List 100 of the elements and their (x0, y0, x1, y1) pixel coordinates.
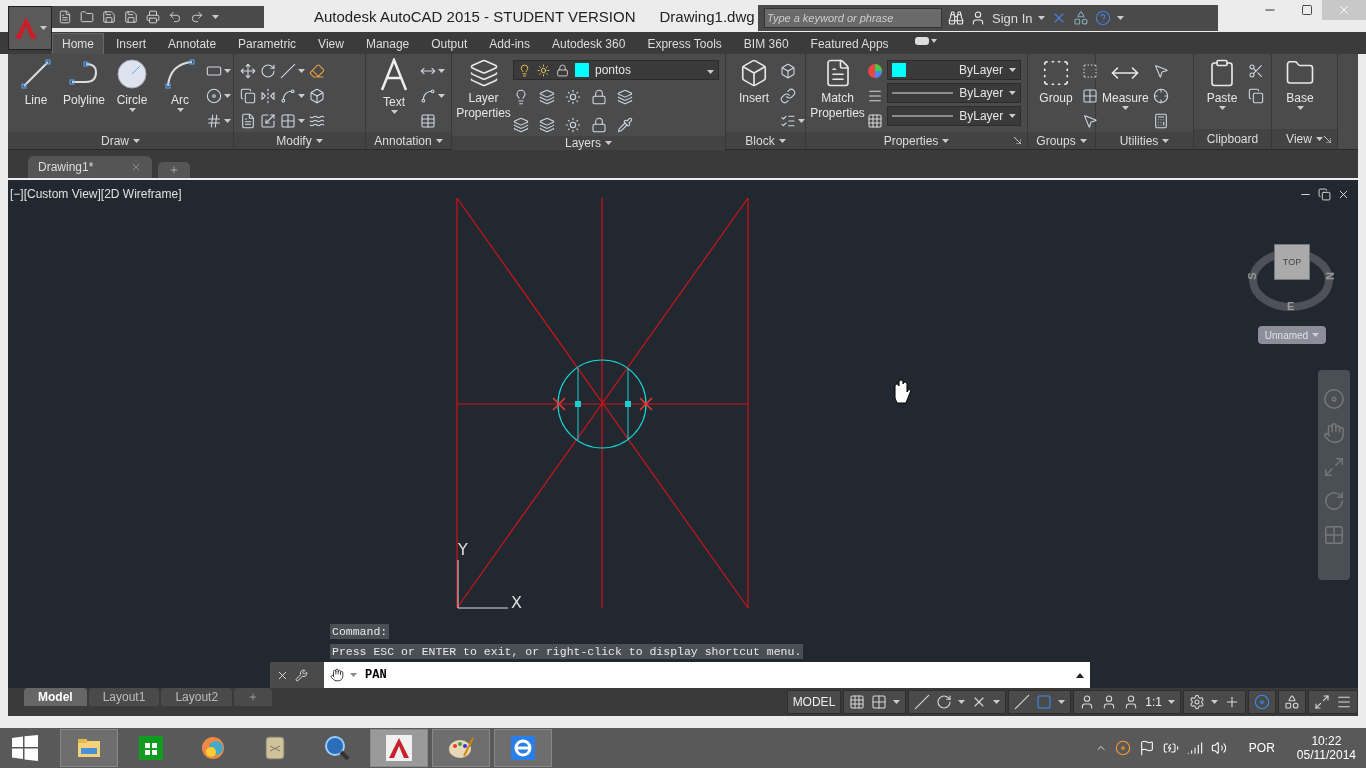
polar-icon[interactable] (936, 694, 953, 710)
move-icon[interactable] (240, 63, 256, 79)
panel-title[interactable]: Modify (234, 132, 365, 149)
mirror-icon[interactable] (260, 88, 276, 104)
layout-tab[interactable]: Layout1 (88, 688, 160, 706)
edit-block-icon[interactable] (780, 88, 796, 104)
command-field[interactable]: PAN (324, 662, 1090, 688)
tool-label[interactable]: Polyline (63, 93, 105, 108)
group-select-icon[interactable] (1082, 113, 1098, 129)
tool-label[interactable]: Group (1039, 91, 1073, 106)
layout-tab[interactable]: Model (24, 688, 87, 706)
layer-off-icon[interactable] (513, 89, 529, 105)
close-icon[interactable] (1337, 188, 1350, 201)
layer-thaw-icon[interactable] (565, 117, 581, 133)
isolate-icon[interactable] (1254, 694, 1270, 710)
erase-icon[interactable] (309, 63, 325, 79)
table-icon[interactable] (420, 113, 436, 129)
taskbar-button[interactable] (60, 729, 118, 767)
tool-label[interactable]: Measure (1102, 91, 1149, 106)
action-center-icon[interactable] (1138, 740, 1155, 756)
ribbon-tab[interactable]: BIM 360 (733, 33, 799, 54)
text-icon[interactable] (378, 58, 410, 92)
snap-icon[interactable] (871, 694, 888, 710)
layer-freeze-icon[interactable] (565, 89, 581, 105)
start-button[interactable] (12, 735, 38, 761)
fillet-icon[interactable] (280, 88, 296, 104)
layer-match-icon[interactable] (617, 89, 633, 105)
panel-toggle-icon[interactable] (914, 36, 937, 46)
taskbar-button[interactable] (432, 729, 490, 767)
grid-icon[interactable] (849, 694, 866, 710)
plus-icon[interactable] (1224, 694, 1240, 710)
ribbon-tab[interactable]: Autodesk 360 (542, 33, 636, 54)
wrench-icon[interactable] (295, 668, 308, 682)
layer-on-icon[interactable] (513, 117, 529, 133)
cut-icon[interactable] (1248, 63, 1264, 79)
sign-in-link[interactable]: Sign In (992, 10, 1033, 26)
file-tab-label[interactable]: Drawing1* (38, 160, 94, 174)
maximize-icon[interactable] (1301, 4, 1313, 16)
ribbon-tab[interactable]: Output (421, 33, 478, 54)
launcher-icon[interactable] (1014, 137, 1021, 144)
property-dropdown[interactable]: ByLayer (887, 60, 1021, 80)
undo-icon[interactable] (168, 10, 182, 24)
ribbon-tab[interactable]: Annotate (158, 33, 227, 54)
plus-icon[interactable] (169, 165, 179, 175)
panel-title[interactable]: Annotation (366, 132, 451, 149)
panel-title[interactable]: Clipboard (1194, 129, 1271, 149)
ribbon-tab[interactable]: Add-ins (479, 33, 540, 54)
rectangle-icon[interactable] (206, 63, 222, 79)
ribbon-tab[interactable]: View (308, 33, 354, 54)
panel-title[interactable]: View (1272, 129, 1337, 149)
layer-change-icon[interactable] (617, 117, 633, 133)
clean-screen-icon[interactable] (1314, 694, 1330, 710)
ribbon-tab[interactable]: Express Tools (637, 33, 732, 54)
application-menu-button[interactable] (8, 6, 52, 50)
taskbar-button[interactable] (494, 729, 552, 767)
copy-icon[interactable] (1248, 88, 1264, 104)
panel-title[interactable]: Groups (1028, 132, 1095, 149)
binoculars-icon[interactable] (948, 10, 964, 26)
group-icon[interactable] (1041, 58, 1071, 88)
layout-tab[interactable]: Layout2 (161, 688, 233, 706)
array-icon[interactable] (280, 113, 296, 129)
panel-title[interactable]: Utilities (1096, 132, 1193, 149)
history-arrow-icon[interactable] (1076, 672, 1084, 678)
insert-block-icon[interactable] (739, 58, 769, 88)
clock[interactable]: 10:22 05/11/2014 (1296, 734, 1356, 762)
ribbon-tab[interactable]: Home (52, 33, 104, 54)
layer-stack-icon[interactable] (468, 58, 499, 88)
save-as-icon[interactable] (124, 10, 138, 24)
ribbon-tab[interactable]: Manage (355, 33, 420, 54)
color-wheel-icon[interactable] (867, 63, 883, 79)
tool-label[interactable]: Match Properties (810, 91, 865, 121)
property-dropdown[interactable]: ByLayer (887, 83, 1021, 103)
quick-select-icon[interactable] (1152, 63, 1169, 79)
arc-icon[interactable] (164, 58, 196, 90)
group-edit-icon[interactable] (1082, 88, 1098, 104)
rotate-icon[interactable] (260, 63, 276, 79)
tool-label[interactable]: Line (24, 93, 48, 108)
user-icon[interactable] (970, 10, 986, 26)
print-icon[interactable] (146, 10, 160, 24)
panel-title[interactable]: Draw (8, 132, 233, 149)
search-field[interactable]: Type a keyword or phrase (764, 8, 942, 28)
panel-title[interactable]: Block (726, 132, 805, 149)
ribbon-tab[interactable]: Parametric (228, 33, 307, 54)
open-icon[interactable] (80, 10, 94, 24)
panel-title[interactable]: Layers (452, 136, 725, 150)
taskbar-button[interactable] (370, 729, 428, 767)
ribbon-tab[interactable]: Featured Apps (800, 33, 899, 54)
plus-icon[interactable] (248, 692, 259, 702)
layer-isolate-icon[interactable] (539, 89, 555, 105)
tool-label[interactable]: Base (1286, 91, 1314, 106)
ungroup-icon[interactable] (1082, 63, 1098, 79)
signal-icon[interactable] (1186, 740, 1203, 756)
create-block-icon[interactable] (780, 63, 796, 79)
tool-label[interactable]: Text (383, 95, 405, 110)
layer-dropdown[interactable]: pontos (513, 60, 719, 80)
volume-icon[interactable] (1210, 740, 1227, 756)
scale-dropdown[interactable]: 1:1 (1145, 695, 1162, 709)
customize-icon[interactable] (1336, 694, 1352, 710)
circle-icon[interactable] (116, 58, 148, 90)
line-icon[interactable] (20, 58, 52, 90)
